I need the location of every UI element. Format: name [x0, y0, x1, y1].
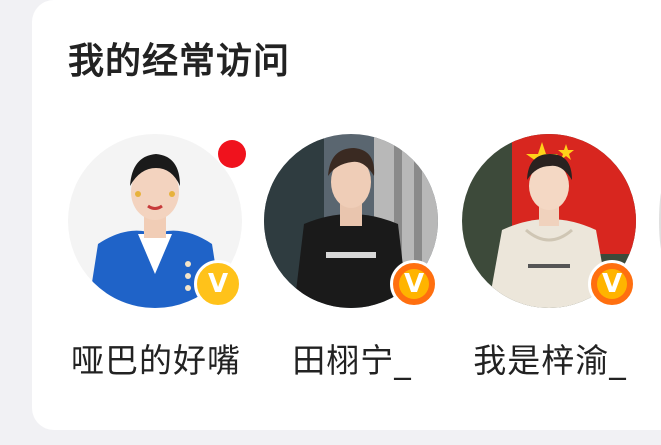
- frequent-visits-card: 我的经常访问 V 哑巴的好嘴 V 田栩宁_ V 我是梓渝_: [32, 0, 661, 430]
- user-name[interactable]: 我是梓渝_: [440, 334, 660, 382]
- section-title: 我的经常访问: [68, 41, 291, 82]
- verified-v-badge: V: [390, 260, 438, 308]
- frequent-user-1[interactable]: V 哑巴的好嘴: [46, 134, 246, 394]
- user-name[interactable]: 哑巴的好嘴: [46, 334, 266, 382]
- user-name[interactable]: 田栩宁_: [242, 334, 462, 382]
- frequent-user-2[interactable]: V 田栩宁_: [242, 134, 438, 394]
- frequent-user-3[interactable]: V 我是梓渝_: [440, 134, 636, 394]
- verified-v-badge: V: [588, 260, 636, 308]
- verified-v-badge: V: [194, 260, 242, 308]
